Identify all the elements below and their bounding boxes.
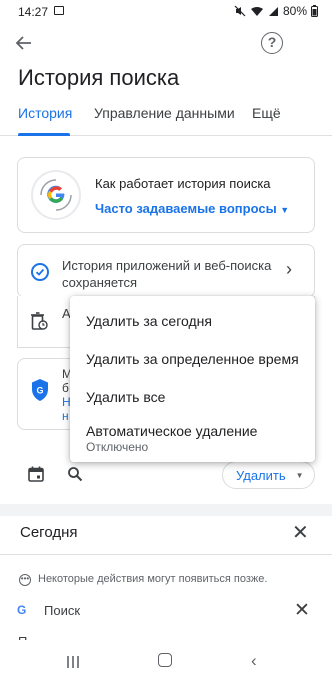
menu-delete-today[interactable]: Удалить за сегодня xyxy=(86,313,212,329)
help-icon[interactable]: ? xyxy=(261,32,283,54)
google-shield-icon: G xyxy=(30,378,50,402)
tab-history[interactable]: История xyxy=(18,105,72,121)
more-info-icon: ••• xyxy=(19,574,31,586)
activity-status-text: История приложений и веб-поиска сохраняе… xyxy=(62,258,272,290)
delete-options-menu: Удалить за сегодня Удалить за определенн… xyxy=(70,296,315,462)
search-entry-label[interactable]: Поиск xyxy=(44,603,80,618)
battery-percent: 80% xyxy=(282,4,307,18)
signal-icon xyxy=(268,6,278,16)
recent-apps-icon[interactable] xyxy=(66,655,80,668)
status-bar: 14:27 80% xyxy=(0,0,332,24)
menu-delete-all[interactable]: Удалить все xyxy=(86,389,165,405)
mute-icon xyxy=(234,5,246,17)
caret-down-icon: ▼ xyxy=(295,470,304,480)
faq-dropdown-link[interactable]: Часто задаваемые вопросы ▼ xyxy=(95,201,289,216)
home-icon[interactable] xyxy=(158,653,172,667)
delayed-activity-note: Некоторые действия могут появиться позже… xyxy=(38,573,268,585)
delete-dropdown-button[interactable]: Удалить ▼ xyxy=(222,461,315,489)
screen: 14:27 80% ? История поиска История Управ… xyxy=(0,0,332,680)
today-divider xyxy=(0,554,332,555)
google-history-icon xyxy=(31,170,81,220)
status-right: 80% xyxy=(234,4,318,18)
svg-text:G: G xyxy=(36,386,43,396)
active-tab-indicator xyxy=(18,133,70,136)
gallery-notification-icon xyxy=(54,6,64,15)
today-section-title: Сегодня xyxy=(20,524,78,541)
delete-button-label: Удалить xyxy=(236,467,286,483)
check-circle-icon xyxy=(31,263,49,281)
chevron-right-icon: › xyxy=(286,259,292,279)
wifi-icon xyxy=(250,6,263,16)
menu-delete-custom-range[interactable]: Удалить за определенное время xyxy=(86,351,299,367)
battery-icon xyxy=(311,5,318,17)
search-icon[interactable] xyxy=(67,466,83,482)
calendar-icon[interactable] xyxy=(28,466,44,482)
arrow-back-icon xyxy=(15,36,31,50)
tab-data-management[interactable]: Управление данными xyxy=(94,105,235,121)
faq-link-label: Часто задаваемые вопросы xyxy=(95,201,277,216)
nav-back-icon[interactable]: ‹ xyxy=(251,651,257,671)
caret-down-icon: ▼ xyxy=(280,205,290,215)
tab-more[interactable]: Ещё xyxy=(252,105,281,121)
auto-delete-icon xyxy=(30,311,48,331)
menu-auto-delete-status: Отключено xyxy=(86,440,149,454)
delete-today-close-icon[interactable]: ✕ xyxy=(292,520,309,545)
section-separator xyxy=(0,504,332,516)
back-button[interactable] xyxy=(12,32,36,54)
menu-auto-delete[interactable]: Автоматическое удаление xyxy=(86,423,257,439)
status-time: 14:27 xyxy=(18,5,49,19)
info-card-title: Как работает история поиска xyxy=(95,176,271,191)
google-search-icon: G xyxy=(17,603,27,617)
delete-entry-close-icon[interactable]: ✕ xyxy=(294,599,310,622)
page-title: История поиска xyxy=(18,65,180,90)
